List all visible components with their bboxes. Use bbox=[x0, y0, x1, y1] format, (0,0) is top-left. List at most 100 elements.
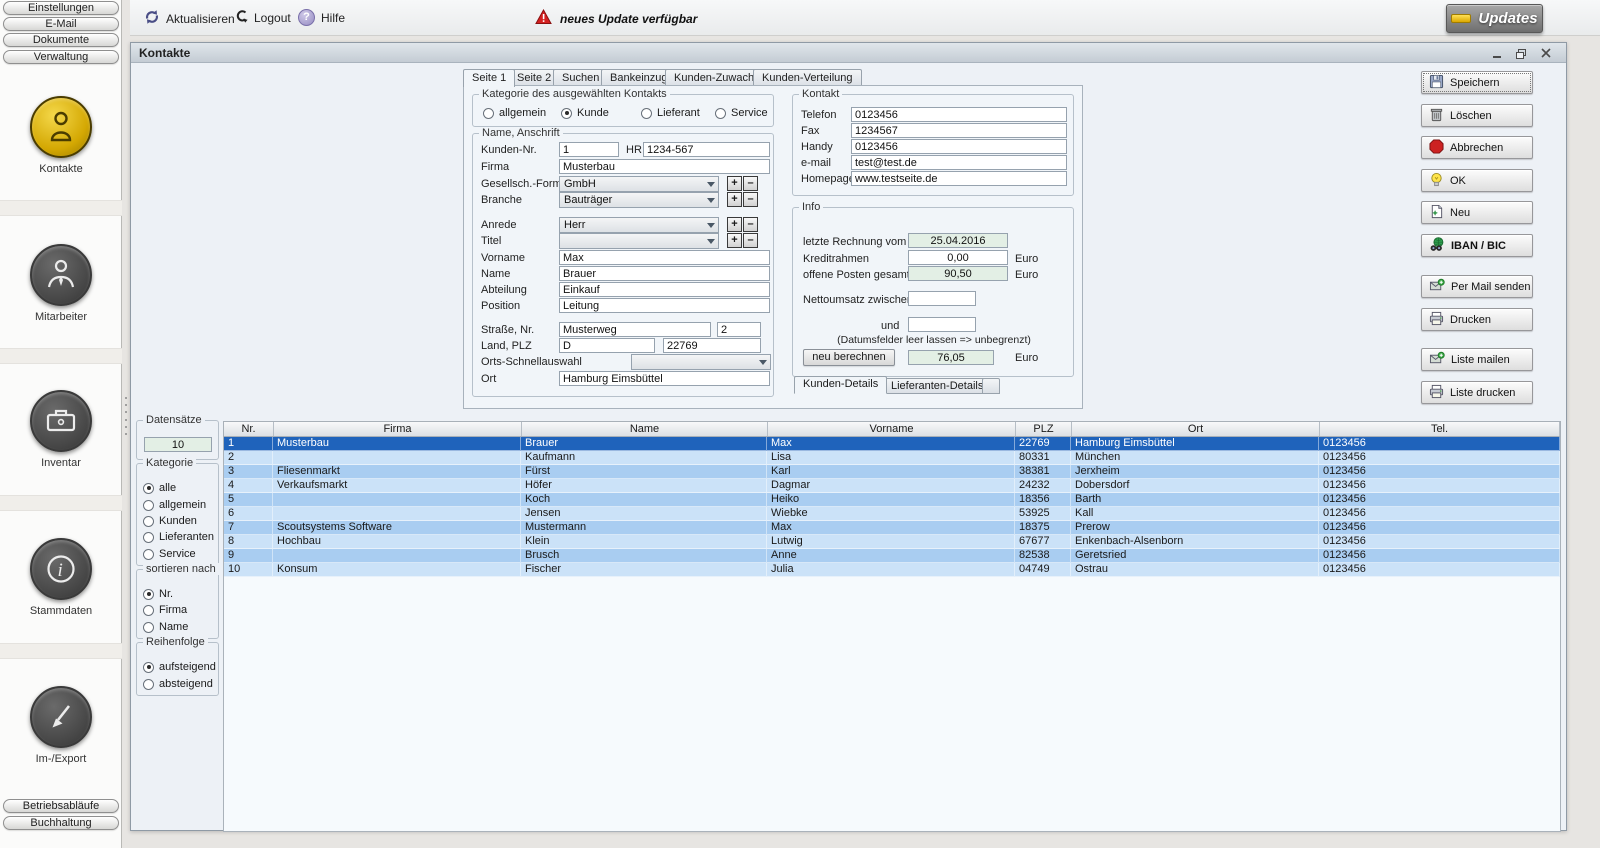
column-header-firma[interactable]: Firma bbox=[274, 422, 522, 436]
table-row[interactable]: 9BruschAnne82538Geretsried0123456 bbox=[224, 549, 1560, 563]
drucken-button[interactable]: Drucken bbox=[1421, 308, 1533, 331]
liste-mailen-button[interactable]: Liste mailen bbox=[1421, 348, 1533, 371]
table-row[interactable]: 5KochHeiko18356Barth0123456 bbox=[224, 493, 1560, 507]
detail-tab-lieferanten-details[interactable]: Lieferanten-Details bbox=[882, 378, 992, 394]
hr-field[interactable] bbox=[643, 142, 770, 157]
column-header-vorname[interactable]: Vorname bbox=[768, 422, 1016, 436]
gesellsch-form-select[interactable]: GmbH bbox=[559, 176, 719, 192]
sidebar-item-stammdaten[interactable]: iStammdaten bbox=[0, 538, 122, 617]
nettoumsatz-von-field[interactable] bbox=[908, 291, 976, 306]
filter-kategorie-radio-service[interactable]: Service bbox=[143, 548, 196, 560]
filter-kategorie-radio-allgemein[interactable]: allgemein bbox=[143, 499, 206, 511]
l-schen-button[interactable]: Löschen bbox=[1421, 104, 1533, 127]
table-row[interactable]: 4VerkaufsmarktHöferDagmar24232Dobersdorf… bbox=[224, 479, 1560, 493]
iban-bic-button[interactable]: IBAN / BIC bbox=[1421, 234, 1533, 257]
gesellsch-form-remove-button[interactable]: – bbox=[743, 176, 758, 191]
neu-berechnen-button[interactable]: neu berechnen bbox=[803, 349, 895, 366]
branche-remove-button[interactable]: – bbox=[743, 192, 758, 207]
anrede-select[interactable]: Herr bbox=[559, 217, 719, 233]
kategorie-radio-allgemein[interactable]: allgemein bbox=[483, 107, 546, 119]
column-header-ort[interactable]: Ort bbox=[1072, 422, 1320, 436]
table-row[interactable]: 2KaufmannLisa80331München0123456 bbox=[224, 451, 1560, 465]
homepage-field[interactable] bbox=[851, 171, 1067, 186]
minimize-icon[interactable] bbox=[1490, 47, 1506, 60]
sidebar-item-inventar[interactable]: Inventar bbox=[0, 390, 122, 469]
sidebar-button-verwaltung[interactable]: Verwaltung bbox=[3, 50, 119, 64]
gesellsch-form-add-button[interactable]: + bbox=[727, 176, 742, 191]
table-row[interactable]: 10KonsumFischerJulia04749Ostrau0123456 bbox=[224, 563, 1560, 577]
nettoumsatz-bis-field[interactable] bbox=[908, 317, 976, 332]
sortieren-radio-name[interactable]: Name bbox=[143, 621, 188, 633]
filter-kategorie-radio-alle[interactable]: alle bbox=[143, 482, 176, 494]
kategorie-radio-kunde[interactable]: Kunde bbox=[561, 107, 609, 119]
firma-field[interactable] bbox=[559, 159, 770, 174]
branche-select[interactable]: Bauträger bbox=[559, 192, 719, 208]
abteilung-field[interactable] bbox=[559, 282, 770, 297]
reihenfolge-radio-absteigend[interactable]: absteigend bbox=[143, 678, 213, 690]
table-row[interactable]: 7Scoutsystems SoftwareMustermannMax18375… bbox=[224, 521, 1560, 535]
telefon-field[interactable] bbox=[851, 107, 1067, 122]
email-field[interactable] bbox=[851, 155, 1067, 170]
titel-select[interactable] bbox=[559, 233, 719, 249]
sidebar-item-kontakte[interactable]: Kontakte bbox=[0, 96, 122, 175]
updates-button[interactable]: Updates bbox=[1446, 4, 1543, 33]
table-row[interactable]: 3FliesenmarktFürstKarl38381Jerxheim01234… bbox=[224, 465, 1560, 479]
ok-button[interactable]: OK bbox=[1421, 169, 1533, 192]
branche-add-button[interactable]: + bbox=[727, 192, 742, 207]
hausnr-field[interactable] bbox=[717, 322, 761, 337]
titel-add-button[interactable]: + bbox=[727, 233, 742, 248]
anrede-remove-button[interactable]: – bbox=[743, 217, 758, 232]
sidebar-button-betriebsabl-ufe[interactable]: Betriebsabläufe bbox=[3, 799, 119, 813]
radio-label: alle bbox=[159, 482, 176, 494]
sidebar-button-e-mail[interactable]: E-Mail bbox=[3, 17, 119, 31]
column-header-plz[interactable]: PLZ bbox=[1016, 422, 1072, 436]
handy-field[interactable] bbox=[851, 139, 1067, 154]
filter-kategorie-radio-lieferanten[interactable]: Lieferanten bbox=[143, 531, 214, 543]
restore-icon[interactable] bbox=[1513, 47, 1529, 60]
table-row[interactable]: 8HochbauKleinLutwig67677Enkenbach-Alsenb… bbox=[224, 535, 1560, 549]
sortieren-radio-nr-[interactable]: Nr. bbox=[143, 588, 173, 600]
kreditrahmen-field[interactable] bbox=[908, 250, 1008, 265]
land-field[interactable] bbox=[559, 338, 655, 353]
fax-field[interactable] bbox=[851, 123, 1067, 138]
neu-button[interactable]: Neu bbox=[1421, 201, 1533, 224]
sidebar-button-einstellungen[interactable]: Einstellungen bbox=[3, 1, 119, 15]
titel-remove-button[interactable]: – bbox=[743, 233, 758, 248]
kategorie-radio-service[interactable]: Service bbox=[715, 107, 768, 119]
liste-drucken-button[interactable]: Liste drucken bbox=[1421, 381, 1533, 404]
close-icon[interactable] bbox=[1538, 47, 1554, 60]
sidebar-item-mitarbeiter[interactable]: Mitarbeiter bbox=[0, 244, 122, 323]
sidebar-button-buchhaltung[interactable]: Buchhaltung bbox=[3, 816, 119, 830]
kunden-nr-field[interactable] bbox=[559, 142, 619, 157]
table-row[interactable]: 6JensenWiebke53925Kall0123456 bbox=[224, 507, 1560, 521]
tab-kunden-verteilung[interactable]: Kunden-Verteilung bbox=[753, 69, 862, 86]
plz-field[interactable] bbox=[663, 338, 761, 353]
position-field[interactable] bbox=[559, 298, 770, 313]
strasse-field[interactable] bbox=[559, 322, 711, 337]
per-mail-senden-button[interactable]: Per Mail senden bbox=[1421, 275, 1533, 298]
vorname-field[interactable] bbox=[559, 250, 770, 265]
reihenfolge-radio-aufsteigend[interactable]: aufsteigend bbox=[143, 661, 216, 673]
column-header-tel[interactable]: Tel. bbox=[1320, 422, 1560, 436]
kategorie-radio-lieferant[interactable]: Lieferant bbox=[641, 107, 700, 119]
filter-kategorie-radio-kunden[interactable]: Kunden bbox=[143, 515, 197, 527]
detail-tab-kunden-details[interactable]: Kunden-Details bbox=[794, 376, 887, 394]
sortieren-radio-firma[interactable]: Firma bbox=[143, 604, 187, 616]
toolbar-item-logout[interactable]: Logout bbox=[234, 9, 291, 26]
toolbar-item-aktualisieren[interactable]: Aktualisieren bbox=[144, 9, 235, 28]
table-row[interactable]: 1MusterbauBrauerMax22769Hamburg Eimsbütt… bbox=[224, 437, 1560, 451]
detail-tab-stub[interactable] bbox=[982, 378, 1000, 394]
anrede-add-button[interactable]: + bbox=[727, 217, 742, 232]
sidebar-item-im-export[interactable]: Im-/Export bbox=[0, 686, 122, 765]
orts-schnellauswahl-select[interactable] bbox=[631, 354, 771, 370]
sidebar-button-dokumente[interactable]: Dokumente bbox=[3, 33, 119, 47]
tab-seite-1[interactable]: Seite 1 bbox=[463, 69, 515, 87]
column-header-name[interactable]: Name bbox=[522, 422, 768, 436]
splitter-handle[interactable] bbox=[123, 397, 129, 435]
toolbar-item-hilfe[interactable]: ?Hilfe bbox=[298, 9, 345, 26]
ort-field[interactable] bbox=[559, 371, 770, 386]
speichern-button[interactable]: Speichern bbox=[1421, 71, 1533, 94]
name-field[interactable] bbox=[559, 266, 770, 281]
abbrechen-button[interactable]: Abbrechen bbox=[1421, 136, 1533, 159]
column-header-nr[interactable]: Nr. bbox=[224, 422, 274, 436]
